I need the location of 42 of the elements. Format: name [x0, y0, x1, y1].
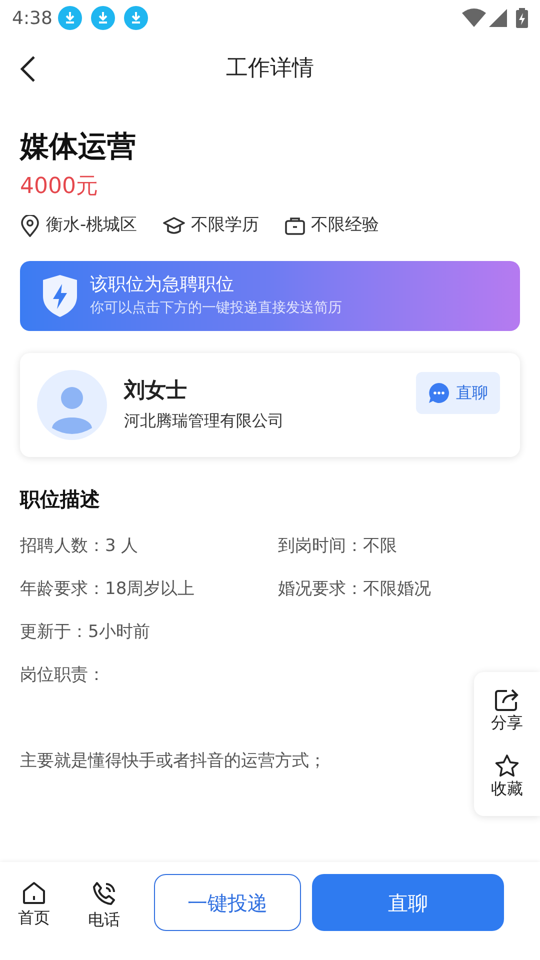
section-heading: 职位描述: [20, 486, 101, 513]
duties-label: 岗位职责：: [20, 664, 105, 687]
job-tag: 衡水-桃城区: [46, 213, 138, 239]
download-icon: [58, 6, 82, 30]
apply-button[interactable]: 一键投递: [154, 874, 301, 931]
info-field: 更新于：5小时前: [20, 611, 278, 654]
recruiter-name: 刘女士: [124, 377, 188, 404]
phone-icon: [91, 881, 117, 907]
chat-bubble-icon: [428, 382, 450, 404]
side-action[interactable]: 分享: [491, 688, 523, 734]
nav-item[interactable]: 首页: [18, 881, 50, 933]
job-tag: 不限经验: [311, 213, 380, 239]
share-icon: [494, 688, 520, 712]
info-field: 年龄要求：18周岁以上: [20, 568, 278, 611]
lightning-shield-icon: [42, 274, 78, 318]
company-name: 河北腾瑞管理有限公司: [124, 410, 284, 432]
info-field: 招聘人数：3 人: [20, 525, 278, 568]
salary: 4000元: [20, 173, 99, 201]
graduation-cap-icon: [163, 216, 186, 236]
download-icon: [124, 6, 148, 30]
home-icon: [21, 881, 47, 905]
duties-text: 主要就是懂得快手或者抖音的运营方式；: [20, 750, 326, 773]
job-title: 媒体运营: [20, 128, 137, 165]
signal-icon: [488, 8, 508, 28]
battery-icon: [516, 8, 528, 28]
avatar-icon: [37, 370, 107, 440]
wifi-icon: [462, 8, 486, 28]
chat-button[interactable]: 直聊: [312, 874, 504, 931]
status-time: 4:38: [12, 6, 52, 30]
job-tag: 不限学历: [191, 213, 260, 239]
briefcase-icon: [285, 217, 306, 235]
info-field: 婚况要求：不限婚况: [278, 568, 520, 611]
location-pin-icon: [20, 215, 40, 237]
nav-item[interactable]: 电话: [88, 881, 120, 933]
banner-subtitle: 你可以点击下方的一键投递直接发送简历: [90, 299, 342, 318]
page-title: 工作详情: [226, 54, 314, 82]
side-action[interactable]: 收藏: [491, 754, 523, 800]
download-icon: [91, 6, 116, 30]
chat-button[interactable]: 直聊: [416, 372, 500, 414]
banner-title: 该职位为急聘职位: [90, 273, 235, 297]
star-icon: [494, 754, 520, 778]
info-field: 到岗时间：不限: [278, 525, 520, 568]
